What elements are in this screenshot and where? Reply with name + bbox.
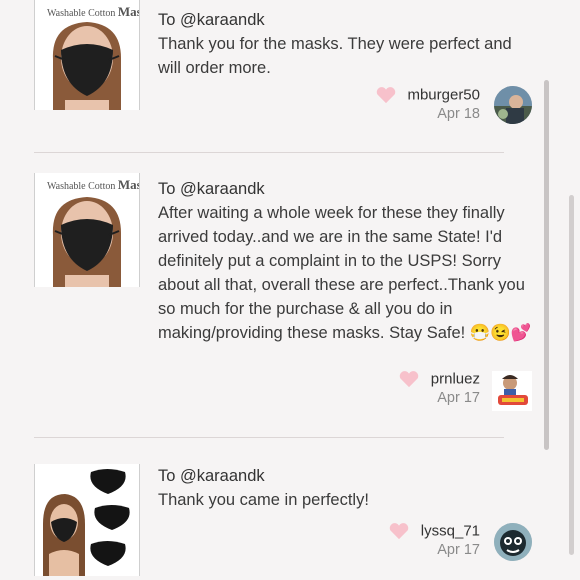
review-meta: prnluez Apr 17 — [398, 370, 480, 406]
review-text: Thank you came in perfectly! — [158, 491, 369, 509]
review-recipient: To @karaandk — [158, 467, 265, 485]
reviewer-username[interactable]: lyssq_71 — [421, 523, 480, 540]
reviewer-avatar[interactable] — [492, 371, 532, 411]
review-item: Washable Cotton Mask To @karaandk Thank … — [0, 0, 560, 152]
listing-thumbnail[interactable]: Washable Cotton Mask — [34, 173, 140, 287]
review-recipient: To @karaandk — [158, 180, 265, 198]
thumbnail-caption: Washable Cotton Mask — [47, 4, 139, 19]
review-meta: mburger50 Apr 18 — [375, 86, 480, 122]
review-text: Thank you for the masks. They were perfe… — [158, 35, 512, 77]
review-message: To @karaandk After waiting a whole week … — [158, 177, 538, 345]
review-recipient: To @karaandk — [158, 11, 265, 29]
review-item: To @karaandk Thank you came in perfectly… — [0, 438, 560, 580]
review-date: Apr 17 — [437, 542, 480, 559]
reviews-feed: Washable Cotton Mask To @karaandk Thank … — [0, 0, 580, 580]
thumbnail-caption: Washable Cotton Mask — [47, 177, 139, 192]
review-date: Apr 17 — [437, 390, 480, 407]
review-message: To @karaandk Thank you came in perfectly… — [158, 464, 538, 512]
reviewer-username[interactable]: mburger50 — [407, 87, 480, 104]
review-date: Apr 18 — [437, 106, 480, 123]
scrollbar[interactable] — [544, 80, 549, 450]
listing-thumbnail[interactable] — [34, 464, 140, 576]
mask-model-image — [35, 464, 139, 576]
reviewer-username[interactable]: prnluez — [431, 371, 480, 388]
reviewer-avatar[interactable] — [494, 86, 532, 124]
heart-icon[interactable] — [375, 86, 397, 104]
review-message: To @karaandk Thank you for the masks. Th… — [158, 8, 538, 80]
review-item: Washable Cotton Mask To @karaandk After … — [0, 153, 560, 437]
outer-scrollbar[interactable] — [569, 195, 574, 555]
review-text: After waiting a whole week for these the… — [158, 204, 532, 342]
heart-icon[interactable] — [388, 522, 410, 540]
review-meta: lyssq_71 Apr 17 — [388, 522, 480, 558]
heart-icon[interactable] — [398, 370, 420, 388]
listing-thumbnail[interactable]: Washable Cotton Mask — [34, 0, 140, 110]
reviewer-avatar[interactable] — [494, 523, 532, 561]
